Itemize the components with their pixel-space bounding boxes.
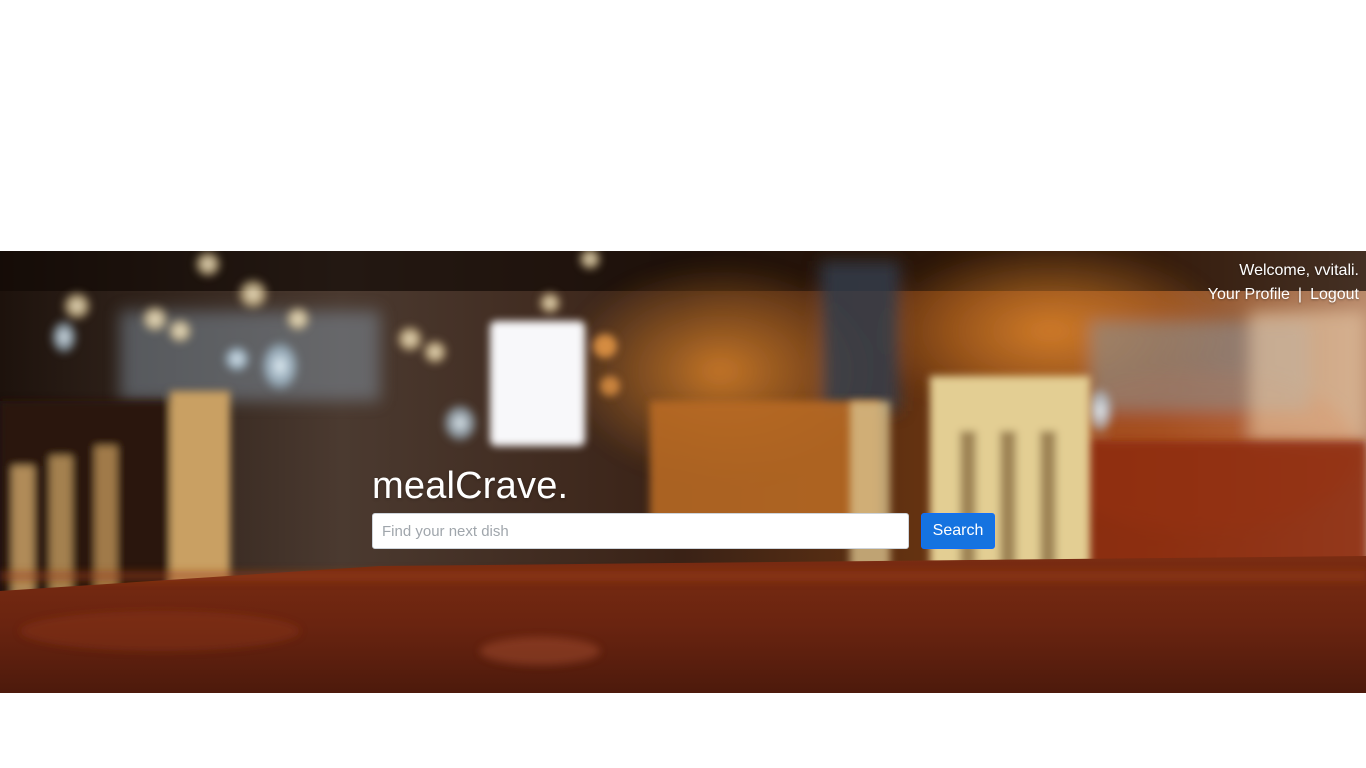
brand-logo-text: mealCrave. — [372, 465, 569, 507]
restaurant-background-image — [0, 251, 1366, 693]
search-button[interactable]: Search — [921, 513, 995, 549]
user-nav: Welcome, vvitali. Your Profile | Logout — [1208, 259, 1359, 307]
dish-search-input[interactable] — [372, 513, 909, 549]
hero-banner: Welcome, vvitali. Your Profile | Logout … — [0, 251, 1366, 693]
page: Welcome, vvitali. Your Profile | Logout … — [0, 0, 1366, 768]
your-profile-link[interactable]: Your Profile — [1208, 283, 1290, 307]
link-separator: | — [1297, 286, 1303, 303]
logout-link[interactable]: Logout — [1310, 283, 1359, 307]
search-form: Search — [372, 513, 995, 549]
user-links: Your Profile | Logout — [1208, 283, 1359, 307]
welcome-text: Welcome, vvitali. — [1239, 262, 1359, 279]
